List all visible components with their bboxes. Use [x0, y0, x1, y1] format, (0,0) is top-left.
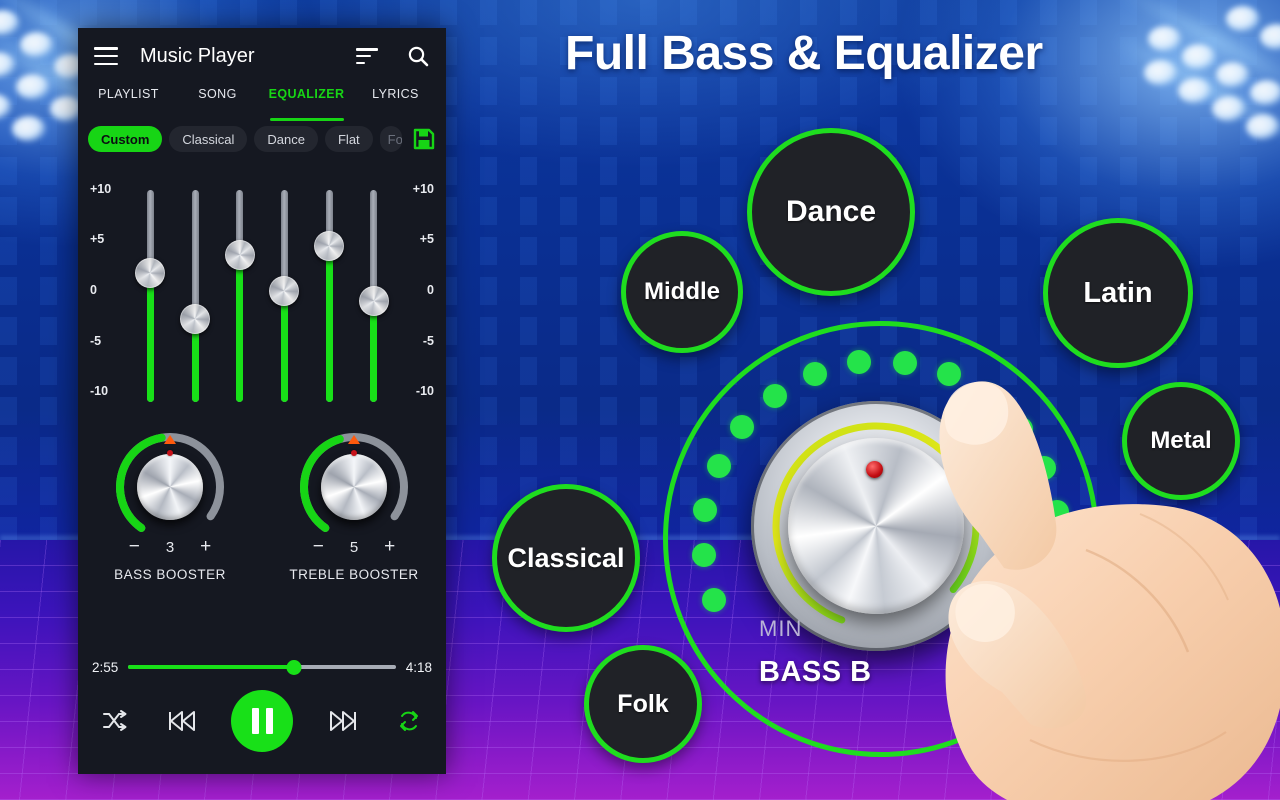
player-controls-bar: 2:55 4:18: [78, 658, 446, 774]
equalizer-panel: +10 +5 0 -5 -10 +10 +5 0 -5 -10: [78, 164, 446, 414]
eq-scale-right-p5: +5: [419, 232, 434, 246]
eq-scale-left-bottom: -10: [90, 384, 109, 398]
tab-equalizer[interactable]: EQUALIZER: [262, 84, 351, 118]
eq-scale-right-zero: 0: [427, 283, 434, 297]
big-knob-led-dot: [701, 587, 726, 612]
seek-thumb[interactable]: [286, 659, 302, 675]
shuffle-icon: [103, 710, 127, 731]
big-knob-title: BASS B: [759, 656, 872, 688]
eq-band-thumb[interactable]: [269, 276, 300, 307]
app-bar: Music Player: [78, 28, 446, 84]
treble-knob[interactable]: [297, 430, 411, 541]
phone-app-panel: Music Player PLAYLIST SONG EQUALIZER LYRICS…: [78, 28, 446, 774]
next-button[interactable]: [326, 704, 360, 738]
pause-icon-bar-left: [251, 708, 259, 734]
eq-scale-right-bottom: -10: [415, 384, 434, 398]
preset-bubble-classical[interactable]: Classical: [492, 484, 640, 632]
eq-band-6[interactable]: [351, 190, 396, 402]
preset-chip-custom[interactable]: Custom: [88, 126, 163, 152]
eq-scale-right-top: +10: [412, 182, 434, 196]
bass-knob-body: [137, 454, 203, 520]
tab-song[interactable]: SONG: [173, 84, 262, 118]
shuffle-button[interactable]: [98, 704, 132, 738]
eq-band-fill: [236, 255, 244, 402]
eq-slider-group: [128, 190, 396, 402]
preset-chip-row: CustomClassicalDanceFlat Folk: [78, 118, 446, 162]
tab-playlist[interactable]: PLAYLIST: [84, 84, 173, 118]
play-pause-button[interactable]: [231, 690, 293, 752]
eq-scale-left-zero: 0: [90, 283, 97, 297]
big-knob-min-label: MIN: [759, 616, 803, 641]
preset-chip-folk[interactable]: Folk: [379, 126, 402, 152]
big-knob-led-dot: [691, 543, 716, 568]
preset-bubble-dance[interactable]: Dance: [747, 128, 915, 296]
hand-illustration: [939, 381, 1280, 800]
eq-scale-left-top: +10: [90, 182, 112, 196]
seek-row: 2:55 4:18: [92, 658, 432, 676]
preset-chip-dance[interactable]: Dance: [254, 126, 318, 152]
treble-booster: − 5 + TREBLE BOOSTER: [262, 430, 446, 582]
eq-scale-left-m5: -5: [90, 334, 102, 348]
eq-band-thumb[interactable]: [314, 230, 345, 261]
treble-knob-body: [321, 454, 387, 520]
elapsed-time: 2:55: [92, 659, 119, 675]
tab-lyrics[interactable]: LYRICS: [351, 84, 440, 118]
repeat-button[interactable]: [392, 704, 426, 738]
treble-knob-marker-triangle: [348, 435, 360, 444]
seek-progress: [128, 665, 295, 669]
app-title: Music Player: [140, 44, 255, 67]
big-knob-led-dot: [706, 454, 731, 479]
eq-band-5[interactable]: [307, 190, 352, 402]
eq-band-fill: [370, 300, 378, 402]
eq-band-fill: [325, 245, 333, 402]
booster-row: − 3 + BASS BOOSTER − 5 + TREBLE BOOSTER: [78, 414, 446, 582]
preset-chip-classical[interactable]: Classical: [169, 126, 248, 152]
eq-band-thumb[interactable]: [135, 258, 166, 289]
bass-knob[interactable]: [113, 430, 227, 541]
eq-band-thumb[interactable]: [180, 303, 210, 334]
treble-knob-marker-dot: [351, 450, 357, 456]
previous-button[interactable]: [165, 704, 199, 738]
previous-track-icon: [168, 711, 195, 731]
transport-controls: [92, 690, 432, 752]
hamburger-menu-icon[interactable]: [94, 47, 118, 65]
eq-band-4[interactable]: [262, 190, 307, 402]
eq-band-3[interactable]: [217, 190, 262, 402]
screenshot-stage: Full Bass & Equalizer Middle Dance Latin Me…: [0, 0, 1280, 800]
eq-scale-right-m5: -5: [422, 334, 434, 348]
repeat-icon: [400, 711, 418, 731]
eq-band-fill: [280, 291, 288, 402]
search-icon[interactable]: [406, 44, 430, 68]
pause-icon-bar-right: [265, 708, 273, 734]
eq-band-1[interactable]: [128, 190, 173, 402]
eq-band-thumb[interactable]: [224, 240, 255, 271]
big-knob-led-dot: [802, 361, 827, 386]
total-duration: 4:18: [405, 659, 432, 675]
tab-bar: PLAYLIST SONG EQUALIZER LYRICS: [78, 84, 446, 118]
eq-band-thumb[interactable]: [358, 285, 389, 316]
eq-scale-left-p5: +5: [90, 232, 105, 246]
bass-booster-label: BASS BOOSTER: [114, 567, 226, 582]
bass-knob-marker-dot: [167, 450, 173, 456]
bass-knob-marker-triangle: [164, 435, 176, 444]
treble-booster-label: TREBLE BOOSTER: [289, 567, 419, 582]
save-floppy-icon[interactable]: [412, 127, 436, 151]
next-track-icon: [329, 711, 356, 731]
preset-chip-flat[interactable]: Flat: [324, 126, 373, 152]
sort-icon[interactable]: [356, 48, 378, 64]
bass-booster: − 3 + BASS BOOSTER: [78, 430, 262, 582]
page-title: Full Bass & Equalizer: [565, 27, 1043, 80]
eq-band-2[interactable]: [173, 190, 218, 402]
seek-slider[interactable]: [128, 658, 396, 676]
eq-band-fill: [146, 273, 154, 402]
